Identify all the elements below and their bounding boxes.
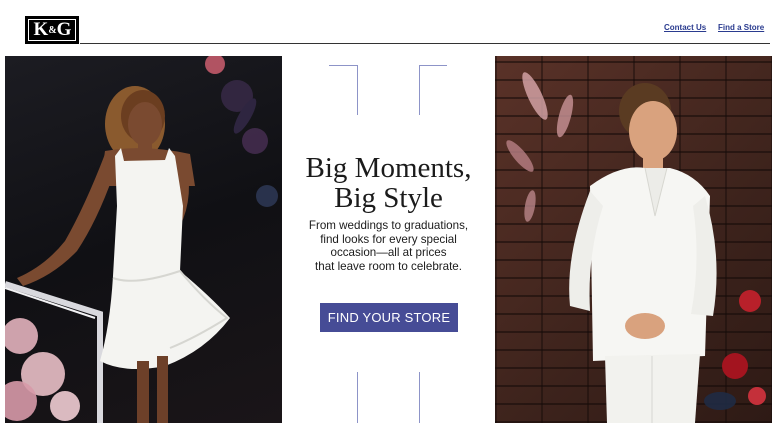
woman-illustration [5,56,278,423]
man-in-white-suit-photo [495,56,772,423]
hero-banner: Big Moments, Big Style From weddings to … [5,56,772,423]
hero-content-panel: Big Moments, Big Style From weddings to … [282,56,495,423]
frame-corner-top-right-h [419,65,447,66]
hero-subcopy: From weddings to graduations, find looks… [296,219,481,273]
frame-corner-top-right-v [419,65,420,115]
kg-logo[interactable]: K & G [25,16,79,44]
frame-bottom-left-v [357,372,358,423]
frame-bottom-right-v [419,372,420,423]
headline-line-2: Big Style [334,182,443,214]
headline-line-1: Big Moments, [305,152,472,184]
woman-in-white-dress-photo [5,56,282,423]
logo-letter-g: G [56,19,72,40]
hero-headline: Big Moments, Big Style [282,153,495,213]
man-illustration [506,72,766,423]
header-divider [80,43,770,44]
subcopy-line-1: From weddings to graduations, [308,219,469,232]
subcopy-line-3: occasion—all at prices [330,246,447,259]
find-a-store-link[interactable]: Find a Store [718,23,764,32]
logo-ampersand: & [48,24,56,36]
frame-corner-top-left-h [329,65,357,66]
find-your-store-button[interactable]: FIND YOUR STORE [320,303,458,332]
subcopy-line-2: find looks for every special [320,232,457,246]
subcopy-line-4: that leave room to celebrate. [315,259,462,273]
contact-us-link[interactable]: Contact Us [664,23,706,32]
logo-letter-k: K [33,19,49,40]
frame-corner-top-left-v [357,65,358,115]
